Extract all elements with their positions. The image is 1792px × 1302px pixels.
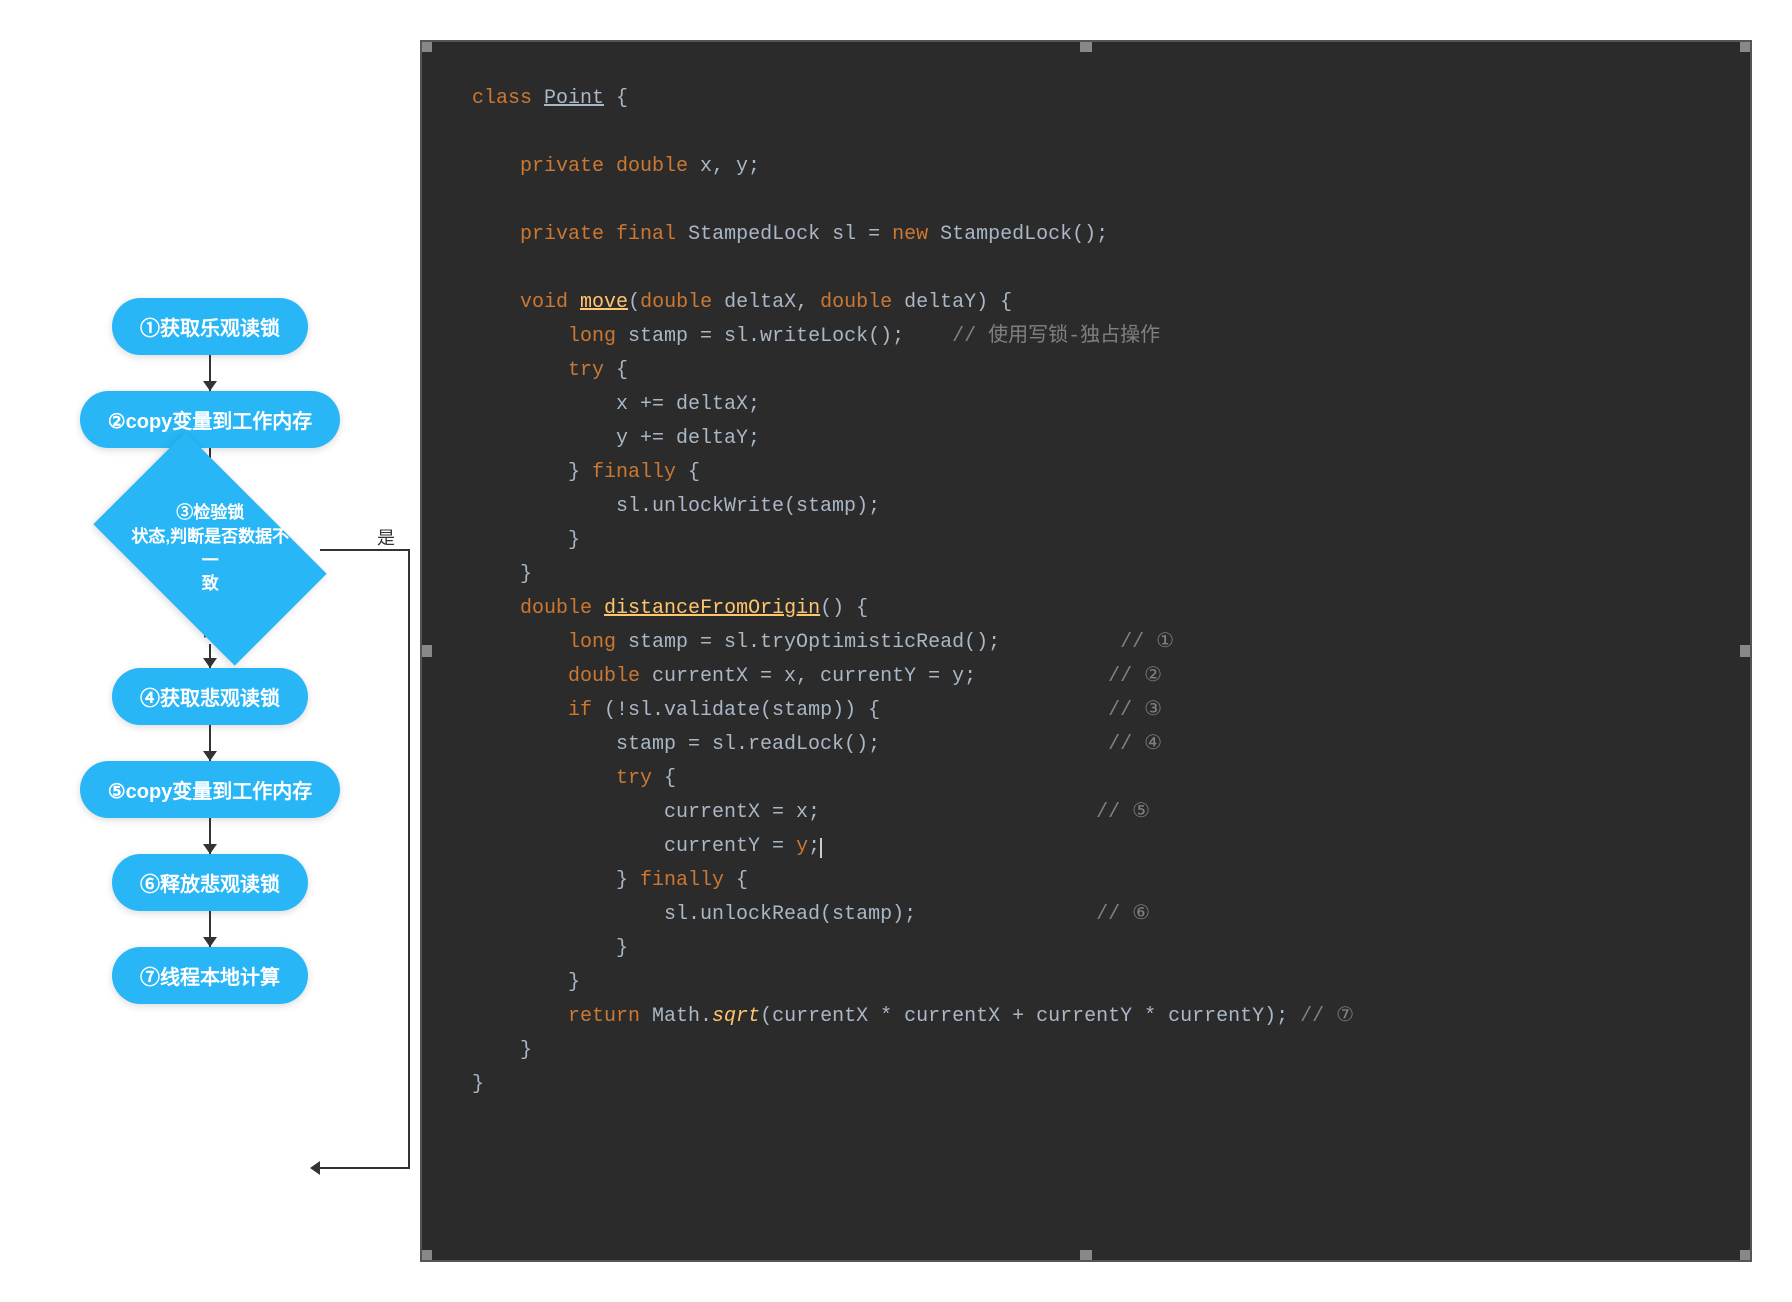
node2: ②copy变量到工作内存 xyxy=(80,391,341,448)
bypass-line-right xyxy=(320,549,410,551)
arrow-5-6 xyxy=(209,818,211,854)
corner-tl xyxy=(420,40,432,52)
diamond-section: ③检验锁状态,判断是否数据不一致 是 xyxy=(100,484,320,614)
arrow-4-5 xyxy=(209,725,211,761)
bypass-bottom xyxy=(320,1167,410,1169)
arrow-3-4 xyxy=(209,644,211,668)
arrow-1-2 xyxy=(209,355,211,391)
node7: ⑦线程本地计算 xyxy=(112,947,308,1004)
yes-label: 是 xyxy=(377,524,395,550)
corner-tr xyxy=(1740,40,1752,52)
node1: ①获取乐观读锁 xyxy=(112,298,308,355)
node6: ⑥释放悲观读锁 xyxy=(112,854,308,911)
marker-right xyxy=(1740,645,1752,657)
marker-bottom xyxy=(1080,1250,1092,1262)
node3-diamond: ③检验锁状态,判断是否数据不一致 xyxy=(93,432,326,665)
node5: ⑤copy变量到工作内存 xyxy=(80,761,341,818)
arrow-6-7 xyxy=(209,911,211,947)
corner-br xyxy=(1740,1250,1752,1262)
marker-top xyxy=(1080,40,1092,52)
flowchart: ①获取乐观读锁 ②copy变量到工作内存 ③检验锁状态,判断是否数据不一致 是 … xyxy=(80,298,341,1004)
node4: ④获取悲观读锁 xyxy=(112,668,308,725)
code-panel: class Point { private double x, y; priva… xyxy=(420,40,1752,1262)
bypass-arrow xyxy=(310,1161,320,1175)
bypass-vert xyxy=(408,549,410,1169)
code-block: class Point { private double x, y; priva… xyxy=(472,82,1700,1102)
marker-left xyxy=(420,645,432,657)
flowchart-panel: ①获取乐观读锁 ②copy变量到工作内存 ③检验锁状态,判断是否数据不一致 是 … xyxy=(0,0,420,1302)
corner-bl xyxy=(420,1250,432,1262)
node3-label: ③检验锁状态,判断是否数据不一致 xyxy=(125,501,295,596)
